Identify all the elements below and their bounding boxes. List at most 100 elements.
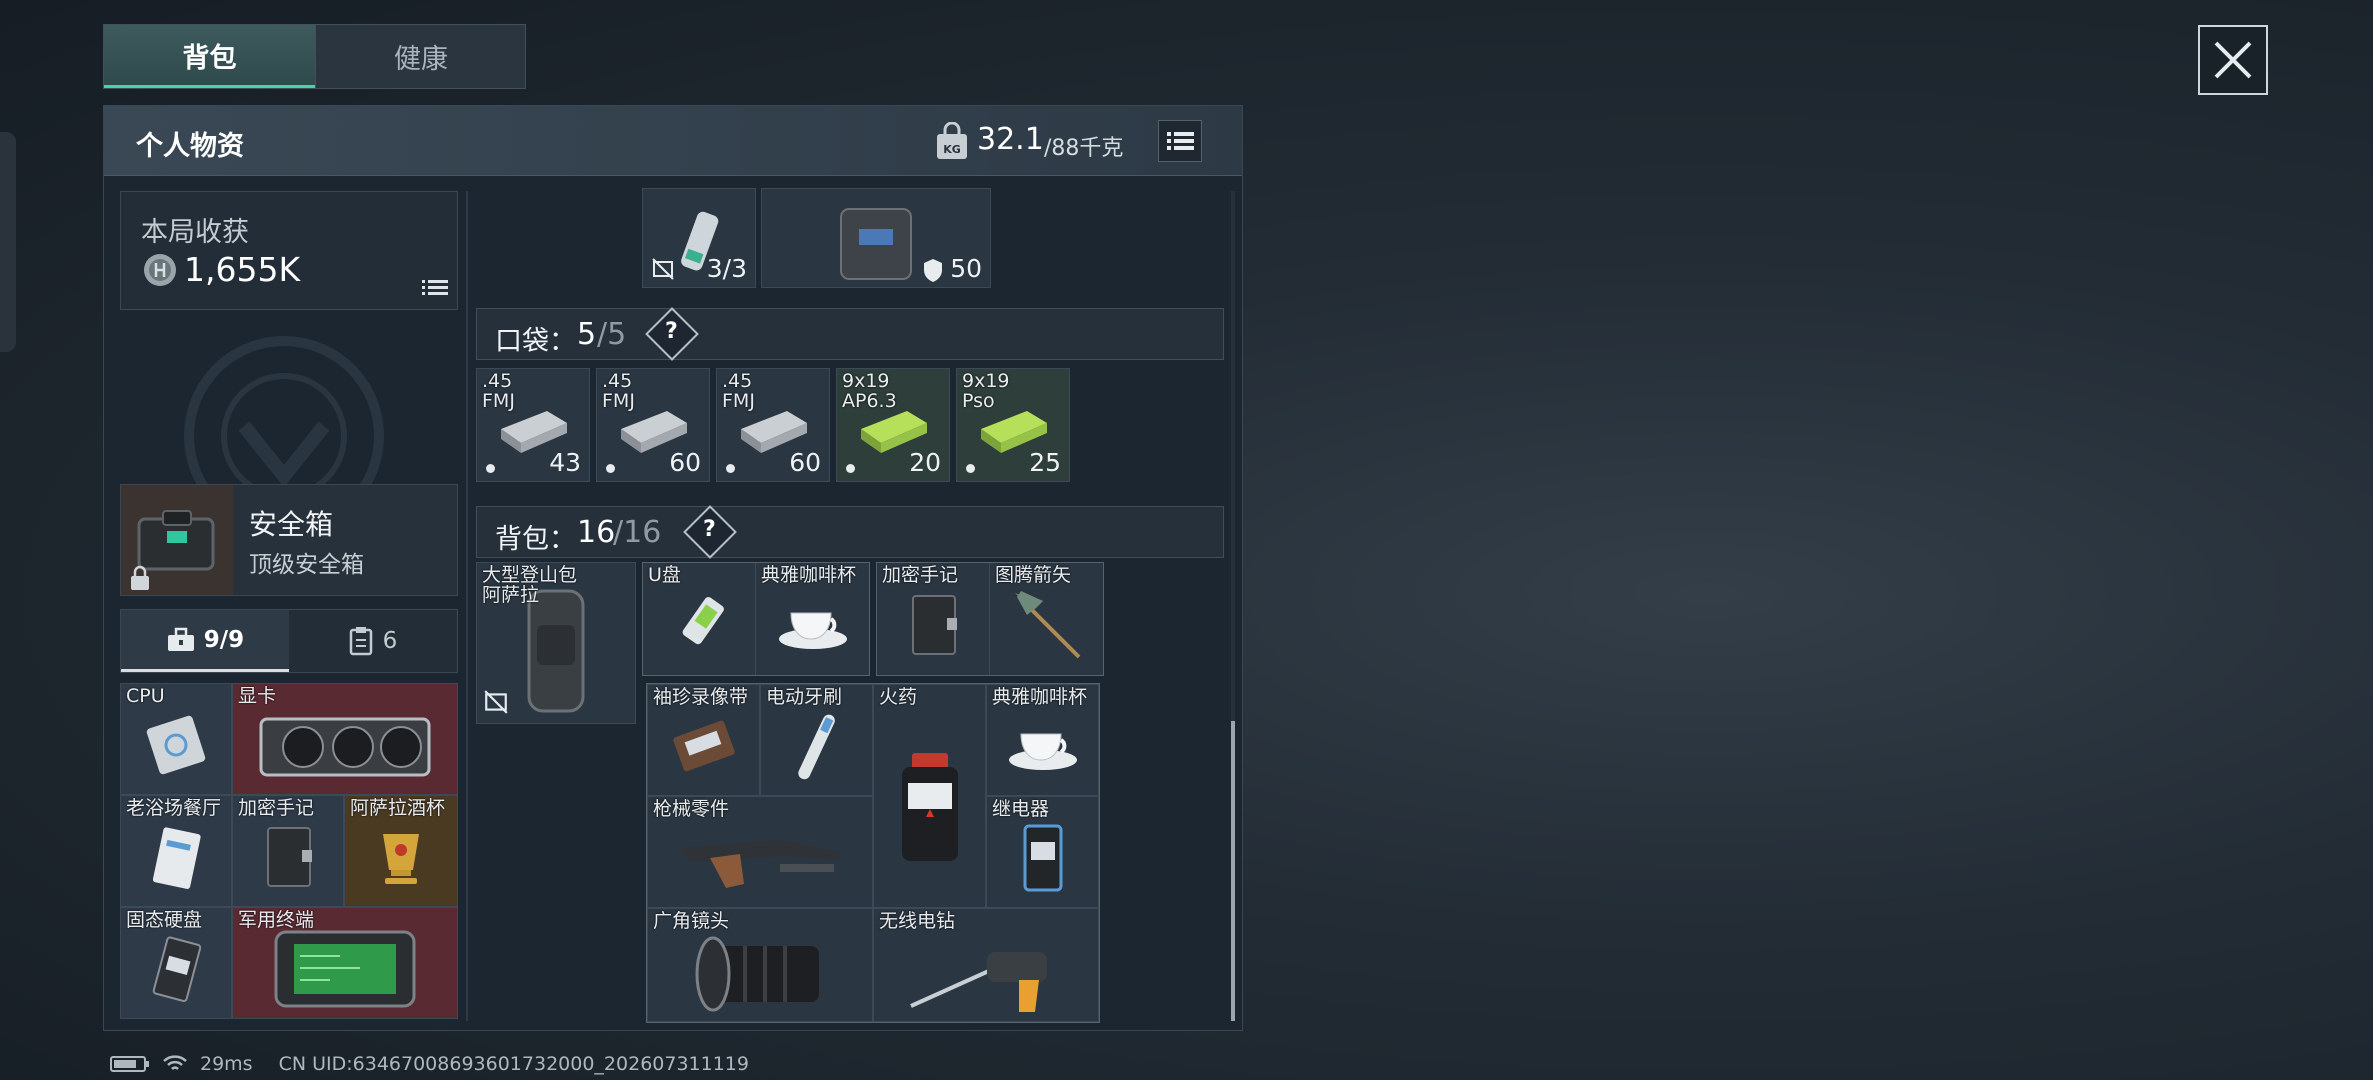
ammo-dot bbox=[846, 464, 855, 473]
safebox-image bbox=[121, 485, 233, 595]
svg-text:KG: KG bbox=[943, 143, 961, 156]
card-icon bbox=[152, 826, 201, 889]
ammo-slot-4[interactable]: 9x19 AP6.3 20 bbox=[836, 368, 950, 482]
toothbrush-icon bbox=[797, 714, 835, 779]
ammo-slot-5[interactable]: 9x19 Pso 25 bbox=[956, 368, 1070, 482]
harvest-label: 本局收获 bbox=[141, 217, 249, 248]
scrollbar-thumb[interactable] bbox=[1231, 721, 1235, 1021]
backpack-row1-group1: U盘 典雅咖啡杯 bbox=[642, 562, 870, 676]
ammo-caliber: .45 bbox=[602, 370, 633, 392]
scrollbar-track[interactable] bbox=[1231, 191, 1235, 1021]
terminal-icon bbox=[274, 930, 416, 1007]
detail-list-icon bbox=[422, 280, 448, 295]
safebox-item-ssd[interactable]: 固态硬盘 bbox=[120, 907, 232, 1019]
weight-max: /88千克 bbox=[1044, 136, 1124, 161]
item-gun-parts[interactable]: 枪械零件 bbox=[647, 796, 873, 908]
gun-parts-icon bbox=[680, 839, 840, 888]
no-insure-icon bbox=[652, 258, 674, 280]
tab-backpack-label: 背包 bbox=[182, 42, 237, 74]
pocket-help-icon: ? bbox=[665, 319, 678, 344]
ammo-count: 20 bbox=[909, 448, 941, 477]
ammo-type: Pso bbox=[962, 390, 995, 412]
ammo-caliber: .45 bbox=[722, 370, 753, 392]
ping-value: 29ms bbox=[200, 1053, 253, 1075]
weight-current: 32.1 bbox=[977, 122, 1044, 157]
ammo-count: 60 bbox=[789, 448, 821, 477]
item-wide-angle-lens[interactable]: 广角镜头 bbox=[647, 908, 873, 1022]
tab-health-label: 健康 bbox=[394, 44, 448, 75]
armor-vest-icon bbox=[840, 207, 912, 280]
ammo-slot-2[interactable]: .45 FMJ 60 bbox=[596, 368, 710, 482]
item-elegant-coffee-cup[interactable]: 典雅咖啡杯 bbox=[756, 563, 869, 675]
item-label: 固态硬盘 bbox=[126, 909, 203, 931]
ammo-dot bbox=[486, 464, 495, 473]
safebox-item-gpu[interactable]: 显卡 bbox=[232, 683, 458, 795]
item-label: 显卡 bbox=[238, 685, 277, 707]
item-usb-drive[interactable]: U盘 bbox=[643, 563, 756, 675]
notebook-icon bbox=[912, 594, 957, 655]
top-tab-bar: 背包 健康 bbox=[103, 24, 526, 89]
backpack-header: 背包： 16 /16 ? bbox=[476, 505, 1224, 559]
item-totem-arrow[interactable]: 图腾箭矢 bbox=[990, 563, 1103, 675]
pocket-grid: .45 FMJ 43 .45 FMJ 60 .45 FMJ 60 9x19 AP… bbox=[476, 368, 1076, 483]
arrow-icon bbox=[1014, 590, 1080, 659]
side-tab-bar: 9/9 6 bbox=[120, 609, 458, 673]
side-tab-safebox[interactable]: 9/9 bbox=[121, 610, 289, 672]
list-view-button[interactable] bbox=[1158, 120, 1202, 162]
notebook-icon bbox=[267, 826, 312, 887]
backpack-label: 背包： bbox=[495, 524, 576, 555]
ammo-count: 25 bbox=[1029, 448, 1061, 477]
side-drawer-handle[interactable] bbox=[0, 132, 16, 352]
backpack-row1-group2: 加密手记 图腾箭矢 bbox=[876, 562, 1104, 676]
panel-header: 个人物资 KG 32.1 /88千克 bbox=[104, 106, 1242, 176]
item-count: 3/3 bbox=[706, 254, 747, 283]
top-item-1[interactable]: 3/3 bbox=[642, 188, 756, 288]
close-button[interactable] bbox=[2198, 25, 2268, 95]
panel-title: 个人物资 bbox=[136, 131, 244, 162]
side-tab-tasks[interactable]: 6 bbox=[289, 610, 457, 672]
top-item-2[interactable]: 50 bbox=[761, 188, 991, 288]
pocket-header: 口袋： 5 /5 ? bbox=[476, 307, 1224, 361]
side-tab-safebox-label: 9/9 bbox=[203, 626, 245, 653]
item-label: 广角镜头 bbox=[653, 910, 730, 932]
lock-icon bbox=[131, 565, 149, 590]
ammo-count: 43 bbox=[549, 448, 581, 477]
tab-backpack[interactable]: 背包 bbox=[104, 25, 315, 88]
item-gunpowder[interactable]: 火药 bbox=[873, 684, 986, 908]
toolbox-icon bbox=[167, 627, 194, 651]
ammo-slot-1[interactable]: .45 FMJ 43 bbox=[476, 368, 590, 482]
safebox-item-military-terminal[interactable]: 军用终端 bbox=[232, 907, 458, 1019]
safebox-grid: CPU 显卡 老浴场餐厅 加密手记 阿萨拉酒杯 固态硬盘 军用终端 bbox=[120, 683, 458, 1019]
usb-drive-icon bbox=[682, 596, 724, 644]
item-cordless-drill[interactable]: 无线电钻 bbox=[873, 908, 1099, 1022]
safebox-item-bath-restaurant[interactable]: 老浴场餐厅 bbox=[120, 795, 232, 907]
equipped-backpack[interactable]: 大型登山包 阿萨拉 bbox=[476, 562, 636, 724]
tab-health[interactable]: 健康 bbox=[315, 25, 526, 88]
ammo-caliber: .45 bbox=[482, 370, 513, 392]
safebox-item-encrypted-notes[interactable]: 加密手记 bbox=[232, 795, 344, 907]
item-label: 老浴场餐厅 bbox=[126, 797, 222, 819]
ammo-slot-3[interactable]: .45 FMJ 60 bbox=[716, 368, 830, 482]
backpack-help-icon: ? bbox=[703, 517, 716, 542]
item-encrypted-notes[interactable]: 加密手记 bbox=[877, 563, 990, 675]
safebox-slot[interactable]: 安全箱 顶级安全箱 bbox=[120, 484, 458, 596]
ammo-type: FMJ bbox=[722, 390, 755, 412]
clipboard-icon bbox=[349, 627, 372, 656]
status-bar: 29ms CN UID:634670086936017320​00_202607… bbox=[110, 1050, 749, 1078]
safebox-item-cpu[interactable]: CPU bbox=[120, 683, 232, 795]
backpack-name: 大型登山包 bbox=[482, 564, 578, 586]
item-pocket-videotape[interactable]: 袖珍录像带 bbox=[647, 684, 760, 796]
list-icon bbox=[1167, 132, 1194, 150]
drill-icon bbox=[910, 951, 1047, 1012]
item-relay[interactable]: 继电器 bbox=[986, 796, 1099, 908]
harvest-box[interactable]: 本局收获 1,655K bbox=[120, 191, 458, 310]
item-elegant-coffee-cup-2[interactable]: 典雅咖啡杯 bbox=[986, 684, 1099, 796]
backpack-total: /16 bbox=[613, 515, 662, 550]
safebox-item-asala-cup[interactable]: 阿萨拉酒杯 bbox=[344, 795, 458, 907]
pocket-used: 5 bbox=[577, 317, 597, 352]
no-insure-icon bbox=[484, 690, 508, 714]
item-label: 加密手记 bbox=[238, 797, 315, 819]
item-electric-toothbrush[interactable]: 电动牙刷 bbox=[760, 684, 873, 796]
item-label: 无线电钻 bbox=[879, 910, 956, 932]
item-label: 典雅咖啡杯 bbox=[761, 564, 857, 586]
